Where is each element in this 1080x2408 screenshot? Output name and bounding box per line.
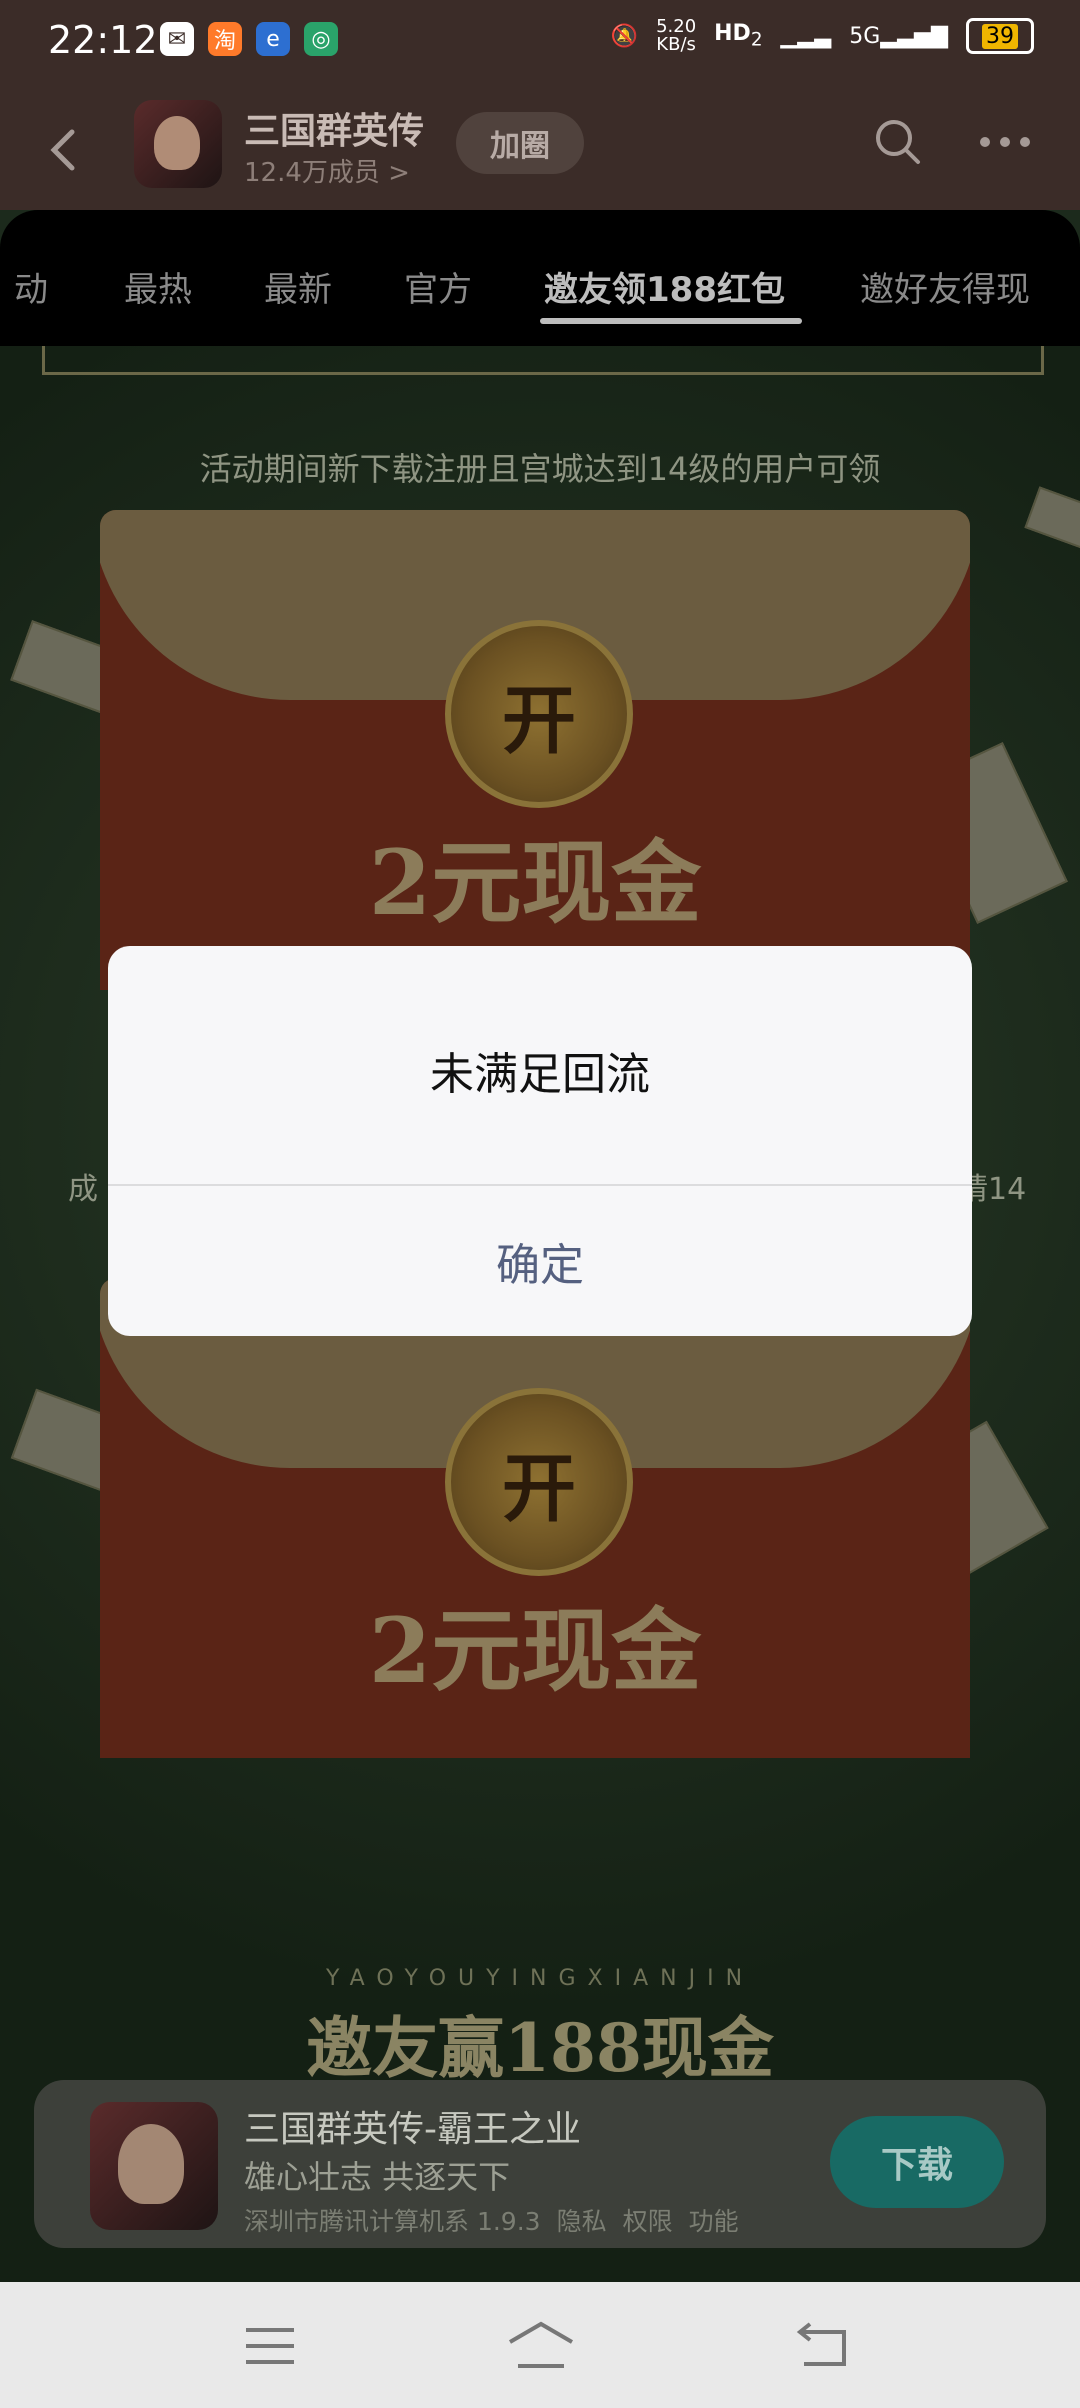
confirm-button[interactable]: 确定	[108, 1186, 972, 1336]
home-icon[interactable]	[506, 2316, 576, 2376]
menu-icon[interactable]	[240, 2316, 300, 2376]
dialog-message: 未满足回流	[430, 1049, 650, 1100]
alert-dialog: 未满足回流 确定	[108, 946, 972, 1336]
back-icon[interactable]	[794, 2316, 854, 2376]
system-nav-bar	[0, 2282, 1080, 2408]
